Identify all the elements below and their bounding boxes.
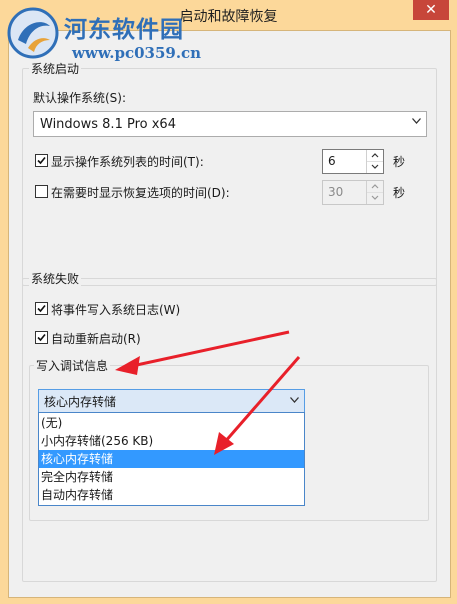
show-os-list-value: 6 xyxy=(328,154,336,168)
spinner-buttons xyxy=(366,181,383,204)
dropdown-option-small-dump[interactable]: 小内存转储(256 KB) xyxy=(39,432,304,450)
system-failure-legend: 系统失败 xyxy=(29,270,82,287)
dropdown-option-automatic-dump[interactable]: 自动内存转储 xyxy=(39,486,304,504)
dialog-client-area: 系统启动 默认操作系统(S): Windows 8.1 Pro x64 显示操作… xyxy=(8,30,451,598)
spinner-buttons xyxy=(366,150,383,173)
show-recovery-unit: 秒 xyxy=(393,186,406,200)
default-os-label: 默认操作系统(S): xyxy=(33,91,127,105)
debug-info-legend: 写入调试信息 xyxy=(34,357,111,374)
show-recovery-checkbox[interactable] xyxy=(35,185,48,198)
watermark-site-name: 河东软件园 xyxy=(64,16,184,43)
chevron-down-icon xyxy=(290,397,299,405)
system-startup-legend: 系统启动 xyxy=(29,60,82,77)
show-recovery-value: 30 xyxy=(328,185,344,199)
default-os-value: Windows 8.1 Pro x64 xyxy=(40,117,176,132)
spin-down-button[interactable] xyxy=(367,192,383,203)
system-failure-group: 系统失败 将事件写入系统日志(W) 自动重新启动(R) 写入调试信息 核心内存转… xyxy=(22,270,437,582)
dropdown-option-kernel-dump[interactable]: 核心内存转储 xyxy=(39,450,304,468)
write-event-log-label: 将事件写入系统日志(W) xyxy=(51,303,181,317)
show-os-list-spinner[interactable]: 6 xyxy=(322,149,384,174)
auto-restart-row[interactable]: 自动重新启动(R) xyxy=(35,330,315,346)
show-os-list-row[interactable]: 显示操作系统列表的时间(T): xyxy=(35,153,325,169)
close-button[interactable]: ✕ xyxy=(413,0,449,20)
auto-restart-label: 自动重新启动(R) xyxy=(51,332,141,346)
debug-info-select[interactable]: 核心内存转储 xyxy=(38,389,305,413)
watermark-logo-icon xyxy=(7,7,59,59)
watermark-url: www.pc0359.cn xyxy=(72,44,202,62)
system-startup-group: 系统启动 默认操作系统(S): Windows 8.1 Pro x64 显示操作… xyxy=(22,60,437,286)
debug-info-dropdown: (无) 小内存转储(256 KB) 核心内存转储 完全内存转储 自动内存转储 xyxy=(38,412,305,506)
chevron-down-icon xyxy=(412,118,421,126)
show-os-list-checkbox[interactable] xyxy=(35,154,48,167)
write-event-log-checkbox[interactable] xyxy=(35,302,48,315)
write-event-log-row[interactable]: 将事件写入系统日志(W) xyxy=(35,301,315,317)
dialog-window: 启动和故障恢复 ✕ 系统启动 默认操作系统(S): Windows 8.1 Pr… xyxy=(0,0,457,604)
default-os-select[interactable]: Windows 8.1 Pro x64 xyxy=(33,111,427,137)
show-os-list-unit: 秒 xyxy=(393,155,406,169)
show-os-list-label: 显示操作系统列表的时间(T): xyxy=(51,155,204,169)
spin-down-button[interactable] xyxy=(367,161,383,172)
show-recovery-spinner[interactable]: 30 xyxy=(322,180,384,205)
dropdown-option-none[interactable]: (无) xyxy=(39,414,304,432)
dropdown-option-complete-dump[interactable]: 完全内存转储 xyxy=(39,468,304,486)
debug-info-value: 核心内存转储 xyxy=(44,395,117,409)
auto-restart-checkbox[interactable] xyxy=(35,331,48,344)
show-recovery-row[interactable]: 在需要时显示恢复选项的时间(D): xyxy=(35,184,325,200)
show-recovery-label: 在需要时显示恢复选项的时间(D): xyxy=(51,186,230,200)
